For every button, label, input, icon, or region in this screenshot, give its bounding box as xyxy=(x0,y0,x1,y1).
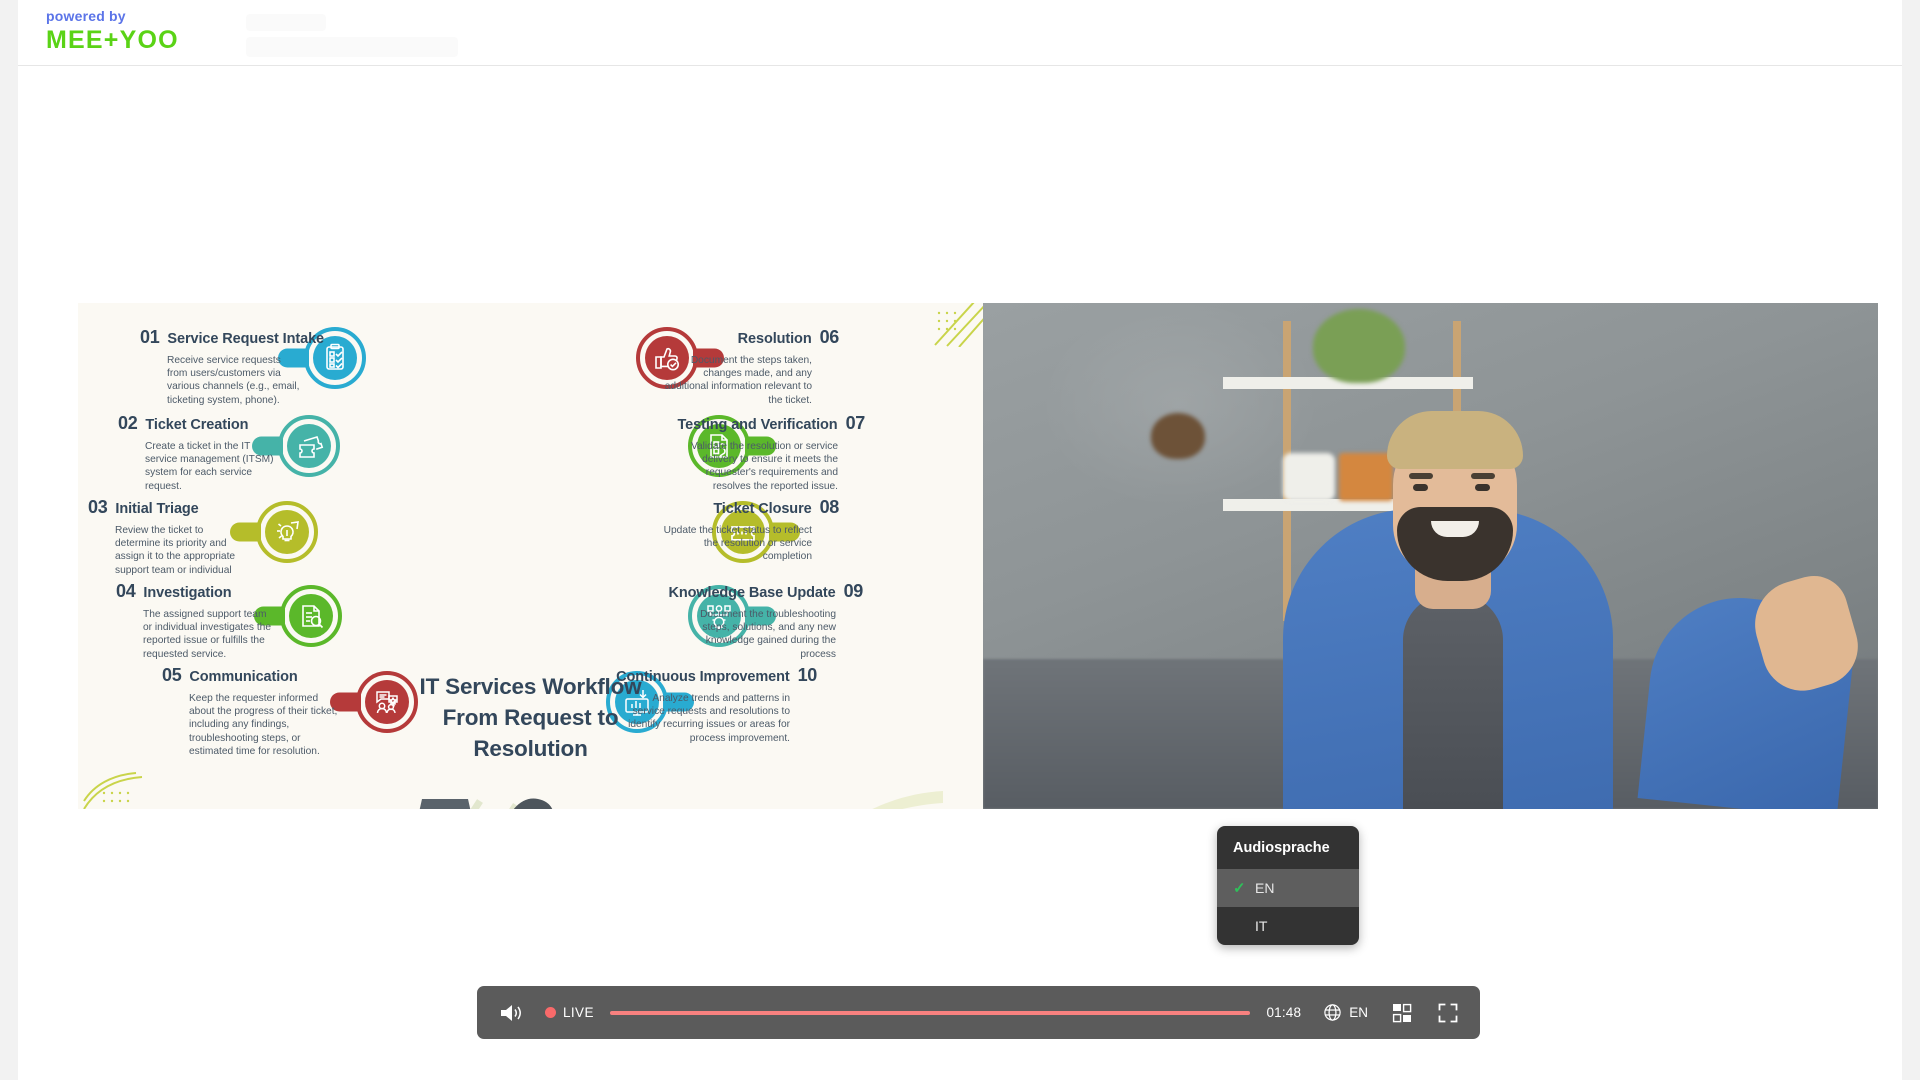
presentation-slide[interactable]: IT Services Workflow From Request to Res… xyxy=(78,303,983,809)
step-04-desc: The assigned support team or individual … xyxy=(143,608,276,661)
audio-language-option-en-label: EN xyxy=(1255,880,1274,896)
stage-area: IT Services Workflow From Request to Res… xyxy=(18,66,1902,1080)
step-06-desc: Document the steps taken, changes made, … xyxy=(659,354,812,407)
step-09-desc: Document the troubleshooting steps, solu… xyxy=(674,608,836,661)
language-button[interactable]: EN xyxy=(1323,1003,1368,1022)
decor-dots-bottom-left xyxy=(82,771,144,809)
elapsed-time: 01:48 xyxy=(1266,1005,1301,1020)
step-03-desc: Review the ticket to determine its prior… xyxy=(115,524,248,577)
slide-title-line-3: Resolution xyxy=(396,733,666,764)
clipboard-check-icon xyxy=(320,343,350,373)
slide-title-line-1: IT Services Workflow xyxy=(396,671,666,702)
step-07: Testing and Verification 07 Validate the… xyxy=(675,413,865,493)
step-03-number: 03 xyxy=(88,497,107,518)
slide-title-line-2: From Request to xyxy=(396,702,666,733)
header-placeholder-title xyxy=(246,14,326,31)
layout-grid-icon xyxy=(1392,1003,1412,1023)
step-09: Knowledge Base Update 09 Document the tr… xyxy=(653,581,863,661)
step-07-title: Testing and Verification xyxy=(677,417,837,433)
live-label: LIVE xyxy=(563,1005,594,1020)
step-06: Resolution 06 Document the steps taken, … xyxy=(659,327,839,407)
step-04-badge xyxy=(280,585,342,647)
step-01-desc: Receive service requests from users/cust… xyxy=(167,354,300,407)
step-05: 05 Communication Keep the requester info… xyxy=(162,665,342,758)
volume-button[interactable] xyxy=(499,1002,525,1024)
step-03-title: Initial Triage xyxy=(115,501,198,517)
globe-icon xyxy=(1323,1003,1342,1022)
brand-powered-label: powered by xyxy=(46,8,179,24)
slide-title: IT Services Workflow From Request to Res… xyxy=(396,671,666,764)
step-09-title: Knowledge Base Update xyxy=(668,585,835,601)
step-08-title: Ticket Closure xyxy=(713,501,811,517)
step-03: 03 Initial Triage Review the ticket to d… xyxy=(88,497,258,577)
step-02-number: 02 xyxy=(118,413,137,434)
speaker-video[interactable] xyxy=(983,303,1878,809)
step-08-number: 08 xyxy=(820,497,839,518)
step-01-title: Service Request Intake xyxy=(167,331,324,347)
document-search-icon xyxy=(296,601,326,631)
audio-language-option-it-label: IT xyxy=(1255,918,1267,934)
step-06-title: Resolution xyxy=(738,331,812,347)
step-04-number: 04 xyxy=(116,581,135,602)
step-03-badge xyxy=(256,501,318,563)
step-01-number: 01 xyxy=(140,327,159,348)
audio-language-menu[interactable]: Audiosprache ✓ EN IT xyxy=(1217,826,1359,945)
step-04-title: Investigation xyxy=(143,585,231,601)
layout-button[interactable] xyxy=(1392,1003,1412,1023)
live-indicator: LIVE xyxy=(545,1005,594,1020)
step-02: 02 Ticket Creation Create a ticket in th… xyxy=(118,413,278,493)
step-10-number: 10 xyxy=(798,665,817,686)
decor-lines-top-right xyxy=(929,303,983,347)
speaker-person xyxy=(983,303,1878,809)
step-05-title: Communication xyxy=(189,669,297,685)
step-08-desc: Update the ticket status to reflect the … xyxy=(652,524,812,564)
step-08: Ticket Closure 08 Update the ticket stat… xyxy=(649,497,839,564)
player-language-label: EN xyxy=(1349,1005,1368,1020)
webinar-player-page: powered by MEE+YOO xyxy=(0,0,1920,1080)
desk-worker-illustration xyxy=(376,777,576,809)
decor-swoosh-bottom-right xyxy=(853,781,943,809)
progress-bar[interactable] xyxy=(610,1011,1251,1015)
step-04: 04 Investigation The assigned support te… xyxy=(116,581,286,661)
step-02-desc: Create a ticket in the IT service manage… xyxy=(145,440,278,493)
live-dot-icon xyxy=(545,1007,556,1018)
audio-language-option-en[interactable]: ✓ EN xyxy=(1217,869,1359,907)
brand-logo: powered by MEE+YOO xyxy=(46,8,179,55)
step-05-desc: Keep the requester informed about the pr… xyxy=(189,692,339,758)
step-05-number: 05 xyxy=(162,665,181,686)
brand-name-label: MEE+YOO xyxy=(46,25,179,55)
step-07-number: 07 xyxy=(846,413,865,434)
step-01: 01 Service Request Intake Receive servic… xyxy=(140,327,300,407)
audio-language-title: Audiosprache xyxy=(1217,826,1359,869)
step-02-title: Ticket Creation xyxy=(145,417,248,433)
header-placeholder-subtitle xyxy=(246,37,458,57)
volume-on-icon xyxy=(499,1002,525,1024)
tickets-icon xyxy=(294,431,324,461)
audio-language-option-it[interactable]: IT xyxy=(1217,907,1359,945)
fullscreen-button[interactable] xyxy=(1438,1003,1458,1023)
check-icon: ✓ xyxy=(1233,881,1247,896)
fullscreen-icon xyxy=(1438,1003,1458,1023)
app-header: powered by MEE+YOO xyxy=(18,0,1902,66)
step-07-desc: Validate the resolution or service deliv… xyxy=(678,440,838,493)
lightbulb-idea-icon xyxy=(272,517,302,547)
step-06-number: 06 xyxy=(820,327,839,348)
step-02-badge xyxy=(278,415,340,477)
player-controls: LIVE 01:48 EN xyxy=(477,986,1480,1039)
step-09-number: 09 xyxy=(844,581,863,602)
